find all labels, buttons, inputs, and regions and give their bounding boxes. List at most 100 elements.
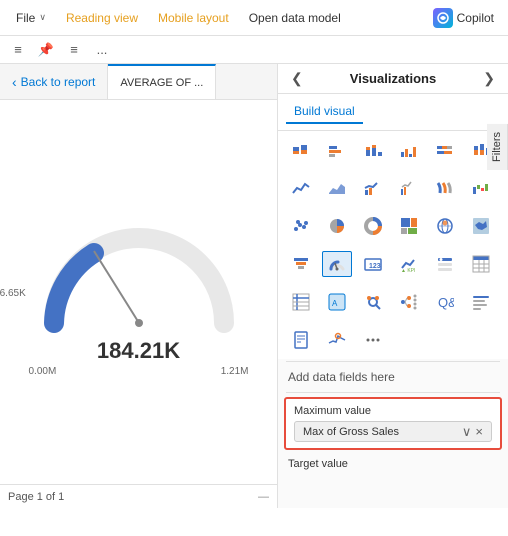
table-icon[interactable] xyxy=(466,251,496,277)
reading-view-menu[interactable]: Reading view xyxy=(58,7,146,29)
right-panel: Filters ❮ Visualizations ❯ Build visual xyxy=(278,64,508,508)
more-icon: ... xyxy=(97,42,108,57)
pin-button[interactable]: 📌 xyxy=(36,40,56,60)
gauge-min-label: 0.00M xyxy=(29,366,57,377)
target-value-label: Target value xyxy=(288,458,348,470)
nav-arrows: ❮ xyxy=(288,70,306,87)
toolbar: ≡ 📌 ≡ ... xyxy=(0,36,508,64)
line-clustered-icon[interactable] xyxy=(394,175,424,201)
data-fields-area: Add data fields here xyxy=(278,364,508,390)
build-visual-tab[interactable]: Build visual xyxy=(286,100,363,124)
icon-grid-row3 xyxy=(278,207,508,245)
gauge-side-label: 146.65K xyxy=(0,288,26,299)
viz-panel-title: Visualizations xyxy=(350,71,436,86)
svg-text:A: A xyxy=(332,299,338,308)
file-chevron: ∨ xyxy=(39,12,46,23)
active-tab[interactable]: AVERAGE OF ... xyxy=(108,64,216,99)
icon-grid-row6 xyxy=(278,321,508,359)
zoom-indicator: — xyxy=(258,491,269,503)
file-menu[interactable]: File ∨ xyxy=(8,7,54,29)
viz-panel-header: ❮ Visualizations ❯ xyxy=(278,64,508,94)
line-chart-icon[interactable] xyxy=(286,175,316,201)
divider2 xyxy=(286,392,500,393)
divider xyxy=(286,361,500,362)
decomp-tree-icon[interactable] xyxy=(394,289,424,315)
filter-button[interactable]: ≡ xyxy=(64,40,84,60)
back-label: Back to report xyxy=(21,75,96,89)
more-visuals-icon[interactable] xyxy=(358,327,388,353)
clustered-column-chart-icon[interactable] xyxy=(394,137,424,163)
donut-chart-icon[interactable] xyxy=(358,213,388,239)
copilot-menu[interactable]: Copilot xyxy=(427,4,500,32)
left-panel: ‹ Back to report AVERAGE OF ... 146.65K xyxy=(0,64,278,508)
panel-scroll[interactable]: 123 ▲ KPI A xyxy=(278,131,508,508)
pie-chart-icon[interactable] xyxy=(322,213,352,239)
100pct-bar-chart-icon[interactable] xyxy=(430,137,460,163)
more-button[interactable]: ... xyxy=(92,40,112,60)
anomaly-detection-icon[interactable] xyxy=(322,327,352,353)
scatter-chart-icon[interactable] xyxy=(286,213,316,239)
card-icon[interactable]: 123 xyxy=(358,251,388,277)
max-field-value: Max of Gross Sales xyxy=(303,426,462,438)
line-stacked-icon[interactable] xyxy=(358,175,388,201)
main-layout: ‹ Back to report AVERAGE OF ... 146.65K xyxy=(0,64,508,508)
ribbon-chart-icon[interactable] xyxy=(430,175,460,201)
funnel-chart-icon[interactable] xyxy=(286,251,316,277)
page-indicator: Page 1 of 1 — xyxy=(0,484,277,508)
key-influencers-icon[interactable] xyxy=(358,289,388,315)
svg-text:Q&A: Q&A xyxy=(438,295,454,310)
clustered-bar-chart-icon[interactable] xyxy=(322,137,352,163)
icon-grid-row2 xyxy=(278,169,508,207)
filled-map-icon[interactable] xyxy=(466,213,496,239)
stacked-column-chart-icon[interactable] xyxy=(358,137,388,163)
matrix-icon[interactable] xyxy=(286,289,316,315)
gauge-labels: 0.00M 1.21M xyxy=(29,366,249,377)
qa-visual-icon[interactable]: Q&A xyxy=(430,289,460,315)
mobile-layout-menu[interactable]: Mobile layout xyxy=(150,7,237,29)
map-chart-icon[interactable] xyxy=(430,213,460,239)
smart-narrative-icon[interactable] xyxy=(466,289,496,315)
paginated-report-icon[interactable] xyxy=(286,327,316,353)
filters-tab[interactable]: Filters xyxy=(487,124,508,170)
tab-bar: ‹ Back to report AVERAGE OF ... xyxy=(0,64,277,100)
maximum-value-label: Maximum value xyxy=(294,405,492,417)
empty-cell-3 xyxy=(466,327,496,353)
nav-left-arrow[interactable]: ❮ xyxy=(288,70,306,87)
kpi-icon[interactable]: ▲ KPI xyxy=(394,251,424,277)
hamburger-icon: ≡ xyxy=(14,42,22,57)
empty-cell-2 xyxy=(430,327,460,353)
icon-grid-row1 xyxy=(278,131,508,169)
gauge-chart-icon[interactable] xyxy=(322,251,352,277)
add-data-fields-text: Add data fields here xyxy=(288,370,395,384)
max-field-pill: Max of Gross Sales ∨ × xyxy=(294,421,492,442)
empty-cell-1 xyxy=(394,327,424,353)
stacked-bar-chart-icon[interactable] xyxy=(286,137,316,163)
svg-text:123: 123 xyxy=(369,263,381,270)
maximum-value-section: Maximum value Max of Gross Sales ∨ × xyxy=(284,397,502,450)
gauge-max-label: 1.21M xyxy=(221,366,249,377)
filter-icon: ≡ xyxy=(70,42,78,57)
menu-bar: File ∨ Reading view Mobile layout Open d… xyxy=(0,0,508,36)
pill-controls: ∨ × xyxy=(462,425,483,438)
slicer-icon[interactable] xyxy=(430,251,460,277)
dropdown-button[interactable]: ∨ xyxy=(462,425,472,438)
waterfall-chart-icon[interactable] xyxy=(466,175,496,201)
copilot-icon xyxy=(433,8,453,28)
gauge-value: 184.21K xyxy=(29,338,249,364)
back-arrow-icon: ‹ xyxy=(12,74,17,90)
active-tab-label: AVERAGE OF ... xyxy=(120,77,203,89)
hamburger-button[interactable]: ≡ xyxy=(8,40,28,60)
treemap-icon[interactable] xyxy=(394,213,424,239)
pin-icon: 📌 xyxy=(38,42,54,58)
remove-field-button[interactable]: × xyxy=(475,425,483,438)
gauge-chart xyxy=(29,208,249,338)
icon-grid-row4: 123 ▲ KPI xyxy=(278,245,508,283)
azure-map-icon[interactable]: A xyxy=(322,289,352,315)
viz-tabs: Build visual xyxy=(278,94,508,131)
open-data-model-menu[interactable]: Open data model xyxy=(241,7,349,29)
nav-right-arrow[interactable]: ❯ xyxy=(480,70,498,87)
area-chart-icon[interactable] xyxy=(322,175,352,201)
back-to-report-tab[interactable]: ‹ Back to report xyxy=(0,64,108,99)
svg-text:▲ KPI: ▲ KPI xyxy=(401,268,415,273)
target-value-section: Target value xyxy=(278,454,508,474)
